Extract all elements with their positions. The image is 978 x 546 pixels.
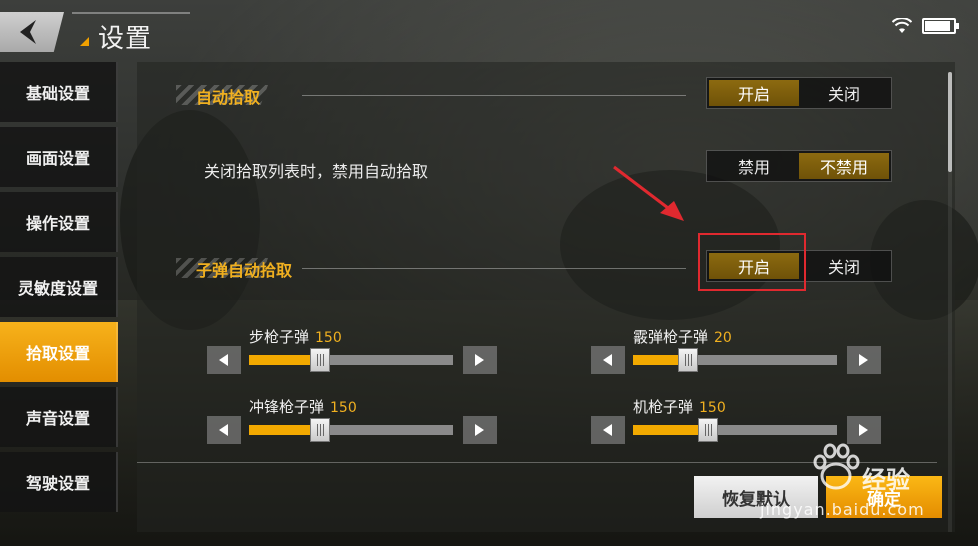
slider-label: 步枪子弹 150 [249,328,342,346]
sidebar-item-label: 声音设置 [25,409,90,428]
page-title: 设置 [98,24,153,54]
triangle-right-icon [475,354,484,366]
back-arrow-icon [20,20,36,44]
toggle-option-on[interactable]: 开启 [709,253,799,279]
header-divider [302,268,686,269]
section-header-auto-pickup: 自动拾取 [176,82,686,108]
section-title: 自动拾取 [196,88,261,107]
sidebar-item-sensitivity[interactable]: 灵敏度设置 [0,257,118,317]
sidebar-item-graphics[interactable]: 画面设置 [0,127,118,187]
slider-label: 霰弹枪子弹 20 [633,328,732,346]
slider-knob[interactable] [310,348,331,372]
sidebar-item-label: 操作设置 [25,214,90,233]
toggle-option-off[interactable]: 关闭 [799,80,889,106]
increase-button[interactable] [463,416,497,444]
slider-track[interactable] [249,418,453,442]
title-accent-triangle [80,37,89,46]
sidebar-item-label: 画面设置 [25,149,90,168]
increase-button[interactable] [847,346,881,374]
toggle-option-not-disable[interactable]: 不禁用 [799,153,889,179]
battery-icon [922,18,959,34]
sidebar-item-basic[interactable]: 基础设置 [0,62,118,122]
wifi-icon [892,18,912,33]
slider-smg-ammo: 冲锋枪子弹 150 [207,396,497,456]
sidebar-item-label: 基础设置 [25,84,90,103]
slider-track[interactable] [633,418,837,442]
reset-defaults-button[interactable]: 恢复默认 [694,476,818,518]
settings-sidebar: 基础设置 画面设置 操作设置 灵敏度设置 拾取设置 声音设置 驾驶设置 [0,62,118,517]
section-header-ammo-pickup: 子弹自动拾取 [176,255,686,281]
sidebar-item-controls[interactable]: 操作设置 [0,192,118,252]
slider-track[interactable] [249,348,453,372]
triangle-right-icon [475,424,484,436]
slider-label: 冲锋枪子弹 150 [249,398,357,416]
slider-label: 机枪子弹 150 [633,398,726,416]
section-title: 子弹自动拾取 [196,261,293,280]
decrease-button[interactable] [591,346,625,374]
triangle-left-icon [219,424,228,436]
slider-value: 150 [315,330,342,346]
battery-level [925,21,950,31]
sidebar-item-label: 拾取设置 [25,344,90,363]
slider-machinegun-ammo: 机枪子弹 150 [591,396,881,456]
triangle-left-icon [603,354,612,366]
top-bar: 设置 [0,0,978,58]
triangle-left-icon [219,354,228,366]
disable-auto-pickup-toggle: 禁用 不禁用 [706,150,892,182]
slider-shotgun-ammo: 霰弹枪子弹 20 [591,326,881,386]
auto-pickup-toggle: 开启 关闭 [706,77,892,109]
triangle-right-icon [859,424,868,436]
sidebar-item-label: 驾驶设置 [25,474,90,493]
decrease-button[interactable] [591,416,625,444]
toggle-option-disable[interactable]: 禁用 [709,153,799,179]
slider-value: 150 [330,400,357,416]
slider-fill [633,425,709,435]
triangle-right-icon [859,354,868,366]
scrollbar-thumb[interactable] [948,72,952,172]
slider-knob[interactable] [310,418,331,442]
increase-button[interactable] [847,416,881,444]
slider-knob[interactable] [678,348,699,372]
confirm-button[interactable]: 确定 [826,476,942,518]
toggle-option-on[interactable]: 开启 [709,80,799,106]
sidebar-item-label: 灵敏度设置 [17,279,98,298]
status-indicators [892,18,959,34]
bottom-divider [137,462,937,463]
sidebar-item-driving[interactable]: 驾驶设置 [0,452,118,512]
header-divider [302,95,686,96]
sidebar-item-pickup[interactable]: 拾取设置 [0,322,118,382]
setting-label-disable-auto-pickup: 关闭拾取列表时，禁用自动拾取 [204,162,429,181]
back-button[interactable] [0,12,64,52]
slider-rifle-ammo: 步枪子弹 150 [207,326,497,386]
toggle-option-off[interactable]: 关闭 [799,253,889,279]
sidebar-item-sound[interactable]: 声音设置 [0,387,118,447]
decrease-button[interactable] [207,346,241,374]
increase-button[interactable] [463,346,497,374]
title-area: 设置 [72,12,190,54]
ammo-pickup-toggle: 开启 关闭 [706,250,892,282]
triangle-left-icon [603,424,612,436]
slider-value: 150 [699,400,726,416]
slider-track[interactable] [633,348,837,372]
slider-value: 20 [714,330,732,346]
decrease-button[interactable] [207,416,241,444]
slider-knob[interactable] [698,418,719,442]
